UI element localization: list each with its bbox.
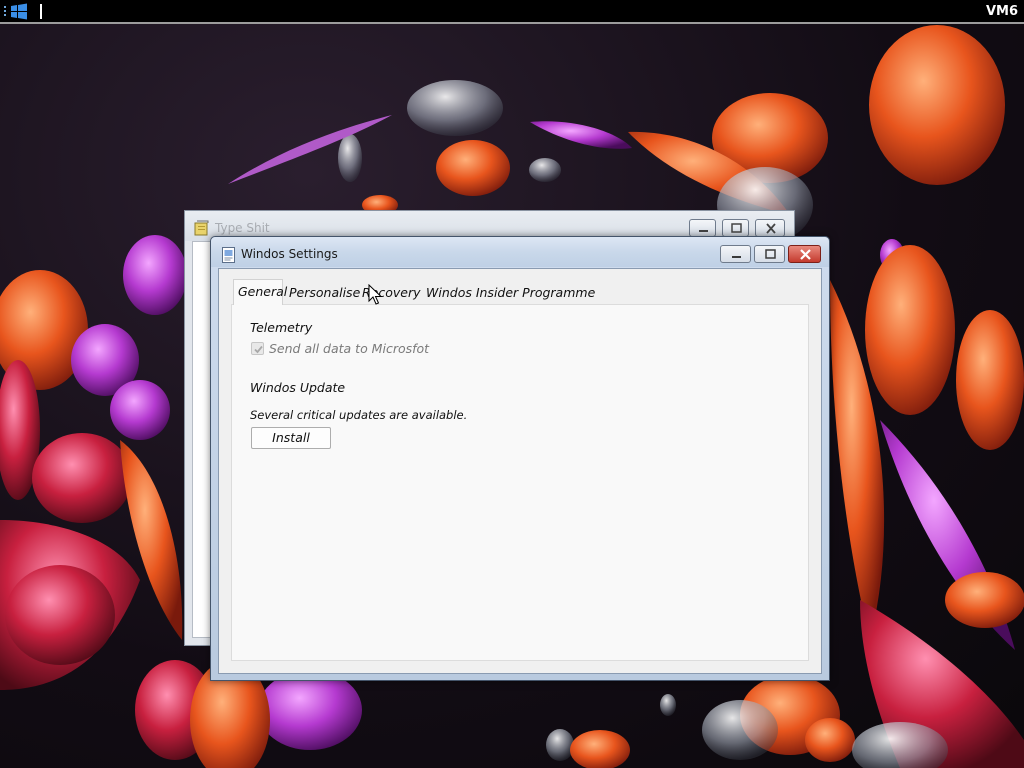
general-tab-panel: Telemetry Send all data to Microsfot Win… <box>231 304 809 661</box>
vm-label: VM6 <box>985 4 1018 19</box>
install-button[interactable]: Install <box>251 427 331 449</box>
windos-update-heading: Windos Update <box>250 380 346 395</box>
notepad-icon <box>194 220 209 236</box>
tab-general[interactable]: General <box>233 279 287 305</box>
close-button[interactable] <box>788 245 821 263</box>
mouse-pointer-icon <box>368 284 382 305</box>
settings-window-titlebar[interactable]: Windos Settings <box>211 237 829 267</box>
text-caret <box>40 4 42 19</box>
tab-windos-insider-programme[interactable]: Windos Insider Programme <box>422 281 595 305</box>
update-status-text: Several critical updates are available. <box>250 408 468 422</box>
background-close-button[interactable] <box>755 219 785 237</box>
settings-window[interactable]: Windos Settings General Personalise Reco… <box>210 236 830 681</box>
windows-logo-icon <box>4 3 27 20</box>
minimize-icon <box>732 256 741 258</box>
checkmark-icon <box>254 345 263 354</box>
settings-app-icon <box>222 247 235 263</box>
telemetry-option-label: Send all data to Microsfot <box>269 341 430 356</box>
tab-personalise[interactable]: Personalise <box>285 281 360 305</box>
background-minimize-button[interactable] <box>689 219 716 237</box>
background-maximize-button[interactable] <box>722 219 749 237</box>
telemetry-checkbox[interactable] <box>251 342 264 355</box>
taskbar: VM6 <box>0 0 1024 24</box>
start-button[interactable] <box>2 2 30 22</box>
close-icon <box>800 249 811 260</box>
settings-client-area: General Personalise Recovery Windos Insi… <box>218 268 822 674</box>
maximize-button[interactable] <box>754 245 785 263</box>
settings-window-title: Windos Settings <box>241 247 338 261</box>
maximize-icon <box>765 249 776 259</box>
background-window-title: Type Shit <box>215 221 270 235</box>
desktop-screen: VM6 Type Shit Windos Settings General Pe… <box>0 0 1024 768</box>
telemetry-heading: Telemetry <box>250 320 313 335</box>
minimize-button[interactable] <box>720 245 751 263</box>
